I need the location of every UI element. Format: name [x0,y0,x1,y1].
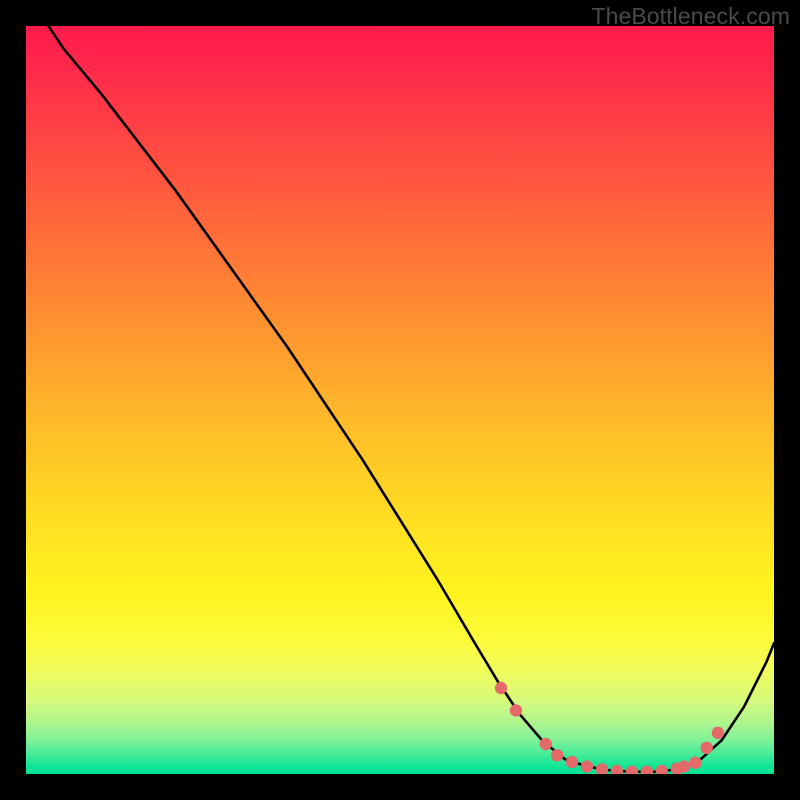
highlight-markers [495,682,724,774]
watermark-text: TheBottleneck.com [591,3,790,30]
highlight-dot [495,682,507,694]
highlight-dot [641,766,653,774]
highlight-dot [551,749,563,761]
highlight-dot [596,763,608,774]
bottleneck-curve [48,26,774,772]
highlight-dot [689,757,701,769]
highlight-dot [712,727,724,739]
highlight-dot [700,742,712,754]
chart-svg [26,26,774,774]
highlight-dot [566,756,578,768]
highlight-dot [611,765,623,774]
highlight-dot [581,760,593,772]
chart-frame [26,26,774,774]
highlight-dot [656,765,668,774]
highlight-dot [510,704,522,716]
highlight-dot [540,738,552,750]
highlight-dot [678,760,690,772]
highlight-dot [626,766,638,774]
